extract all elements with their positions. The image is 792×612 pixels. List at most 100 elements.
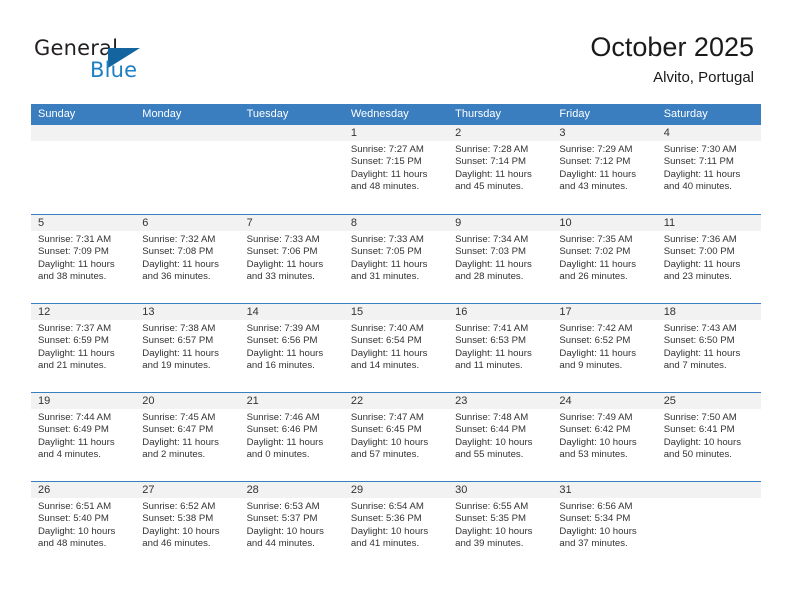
day-cell[interactable]: 10 Sunrise: 7:35 AM Sunset: 7:02 PM Dayligh… — [552, 215, 657, 303]
day-number-band: 7 — [239, 215, 344, 231]
day-number: 13 — [142, 306, 155, 318]
day-number: 30 — [455, 484, 468, 496]
sunrise-text: Sunrise: 7:36 AM — [663, 234, 737, 245]
day-number-band: 27 — [135, 482, 240, 498]
day-cell[interactable]: 2 Sunrise: 7:28 AM Sunset: 7:14 PM Daylight… — [448, 125, 553, 214]
day-cell[interactable]: 21 Sunrise: 7:46 AM Sunset: 6:46 PM Dayligh… — [239, 393, 344, 481]
day-number-band: 16 — [448, 304, 553, 320]
day-cell[interactable]: 6 Sunrise: 7:32 AM Sunset: 7:08 PM Daylight… — [135, 215, 240, 303]
day-cell[interactable]: 4 Sunrise: 7:30 AM Sunset: 7:11 PM Daylight… — [656, 125, 761, 214]
weekday-header-friday: Friday — [559, 108, 590, 120]
day-number-band: 5 — [31, 215, 136, 231]
day-cell[interactable]: 27 Sunrise: 6:52 AM Sunset: 5:38 PM Dayligh… — [135, 482, 240, 570]
day-number-band — [656, 482, 761, 498]
day-number-band: 18 — [656, 304, 761, 320]
page-header: General Blue October 2025 Alvito, Portug… — [0, 0, 792, 100]
calendar-page: General Blue October 2025 Alvito, Portug… — [0, 0, 792, 612]
day-cell[interactable]: 15 Sunrise: 7:40 AM Sunset: 6:54 PM Dayligh… — [343, 304, 449, 392]
sunset-text: Sunset: 6:54 PM — [350, 335, 422, 347]
sunrise-text: Sunrise: 7:29 AM — [559, 144, 633, 155]
daylight-text-line1: Daylight: 11 hours — [559, 347, 637, 359]
day-cell[interactable]: 18 Sunrise: 7:43 AM Sunset: 6:50 PM Dayligh… — [656, 304, 761, 392]
day-info: Sunrise: 7:32 AM Sunset: 7:08 PM Daylight:… — [135, 231, 239, 284]
day-cell[interactable]: 9 Sunrise: 7:34 AM Sunset: 7:03 PM Daylight… — [448, 215, 553, 303]
day-number-band: 24 — [552, 393, 657, 409]
daylight-text-line1: Daylight: 11 hours — [246, 347, 324, 359]
day-cell[interactable]: 28 Sunrise: 6:53 AM Sunset: 5:37 PM Dayligh… — [239, 482, 344, 570]
day-number: 19 — [38, 395, 51, 407]
sunset-text: Sunset: 5:36 PM — [350, 513, 422, 525]
day-cell[interactable]: 23 Sunrise: 7:48 AM Sunset: 6:44 PM Dayligh… — [448, 393, 553, 481]
logo-text-general: General — [34, 36, 119, 60]
sunrise-text: Sunrise: 7:30 AM — [663, 144, 737, 155]
day-number-band: 4 — [656, 125, 761, 141]
day-number-band: 29 — [343, 482, 449, 498]
day-cell[interactable]: 17 Sunrise: 7:42 AM Sunset: 6:52 PM Dayligh… — [552, 304, 657, 392]
day-number: 11 — [663, 217, 676, 229]
day-cell[interactable]: 25 Sunrise: 7:50 AM Sunset: 6:41 PM Dayligh… — [656, 393, 761, 481]
day-number: 24 — [559, 395, 572, 407]
daylight-text-line2: and 21 minutes. — [38, 360, 107, 372]
day-cell[interactable]: 5 Sunrise: 7:31 AM Sunset: 7:09 PM Daylight… — [31, 215, 136, 303]
daylight-text-line2: and 26 minutes. — [559, 271, 628, 283]
calendar-week-row: 1 Sunrise: 7:27 AM Sunset: 7:15 PM Daylight… — [31, 125, 761, 214]
day-cell[interactable]: 3 Sunrise: 7:29 AM Sunset: 7:12 PM Daylight… — [552, 125, 657, 214]
day-cell[interactable]: 19 Sunrise: 7:44 AM Sunset: 6:49 PM Dayligh… — [31, 393, 136, 481]
sunset-text: Sunset: 6:57 PM — [142, 335, 214, 347]
sunrise-text: Sunrise: 7:49 AM — [559, 412, 633, 423]
daylight-text-line1: Daylight: 10 hours — [455, 525, 533, 537]
day-info: Sunrise: 7:29 AM Sunset: 7:12 PM Daylight:… — [552, 141, 656, 194]
day-info: Sunrise: 7:33 AM Sunset: 7:05 PM Daylight:… — [344, 231, 448, 284]
day-cell[interactable]: 8 Sunrise: 7:33 AM Sunset: 7:05 PM Daylight… — [343, 215, 449, 303]
daylight-text-line2: and 28 minutes. — [455, 271, 524, 283]
daylight-text-line2: and 33 minutes. — [246, 271, 315, 283]
daylight-text-line1: Daylight: 11 hours — [38, 347, 115, 359]
daylight-text-line2: and 9 minutes. — [559, 360, 623, 372]
day-number-band: 15 — [343, 304, 449, 320]
day-number: 14 — [246, 306, 259, 318]
daylight-text-line2: and 2 minutes. — [142, 449, 206, 461]
day-info: Sunrise: 6:55 AM Sunset: 5:35 PM Daylight:… — [448, 498, 552, 551]
daylight-text-line1: Daylight: 11 hours — [663, 258, 741, 270]
day-info: Sunrise: 7:37 AM Sunset: 6:59 PM Daylight:… — [31, 320, 135, 373]
daylight-text-line2: and 38 minutes. — [38, 271, 107, 283]
day-number-band: 2 — [448, 125, 553, 141]
daylight-text-line2: and 37 minutes. — [559, 538, 628, 550]
day-number-band: 11 — [656, 215, 761, 231]
day-cell[interactable]: 29 Sunrise: 6:54 AM Sunset: 5:36 PM Dayligh… — [343, 482, 449, 570]
day-cell[interactable]: 14 Sunrise: 7:39 AM Sunset: 6:56 PM Dayligh… — [239, 304, 344, 392]
weekday-header-row: Sunday Monday Tuesday Wednesday Thursday Frid… — [31, 104, 761, 125]
day-cell[interactable]: 1 Sunrise: 7:27 AM Sunset: 7:15 PM Daylight… — [343, 125, 449, 214]
day-cell[interactable]: 26 Sunrise: 6:51 AM Sunset: 5:40 PM Dayligh… — [31, 482, 136, 570]
day-number-band: 30 — [448, 482, 553, 498]
day-cell[interactable]: 30 Sunrise: 6:55 AM Sunset: 5:35 PM Dayligh… — [448, 482, 553, 570]
day-cell-empty — [135, 125, 240, 214]
sunrise-text: Sunrise: 7:46 AM — [246, 412, 320, 423]
day-cell[interactable]: 7 Sunrise: 7:33 AM Sunset: 7:06 PM Daylight… — [239, 215, 344, 303]
day-cell[interactable]: 13 Sunrise: 7:38 AM Sunset: 6:57 PM Dayligh… — [135, 304, 240, 392]
day-cell[interactable]: 22 Sunrise: 7:47 AM Sunset: 6:45 PM Dayligh… — [343, 393, 449, 481]
day-info: Sunrise: 7:38 AM Sunset: 6:57 PM Daylight:… — [135, 320, 239, 373]
daylight-text-line2: and 55 minutes. — [455, 449, 524, 461]
sunrise-text: Sunrise: 7:43 AM — [663, 323, 737, 334]
day-cell[interactable]: 20 Sunrise: 7:45 AM Sunset: 6:47 PM Dayligh… — [135, 393, 240, 481]
calendar-week-row: 12 Sunrise: 7:37 AM Sunset: 6:59 PM Dayligh… — [31, 303, 761, 392]
daylight-text-line2: and 39 minutes. — [455, 538, 524, 550]
weekday-header-monday: Monday — [142, 108, 182, 120]
day-cell[interactable]: 12 Sunrise: 7:37 AM Sunset: 6:59 PM Dayligh… — [31, 304, 136, 392]
weekday-header-thursday: Thursday — [455, 108, 501, 120]
day-cell[interactable]: 24 Sunrise: 7:49 AM Sunset: 6:42 PM Dayligh… — [552, 393, 657, 481]
sunset-text: Sunset: 6:59 PM — [38, 335, 109, 347]
day-cell[interactable]: 31 Sunrise: 6:56 AM Sunset: 5:34 PM Dayligh… — [552, 482, 657, 570]
day-number: 8 — [350, 217, 357, 229]
day-number-band: 13 — [135, 304, 240, 320]
day-number: 21 — [246, 395, 259, 407]
day-cell[interactable]: 11 Sunrise: 7:36 AM Sunset: 7:00 PM Dayligh… — [656, 215, 761, 303]
daylight-text-line2: and 50 minutes. — [663, 449, 732, 461]
daylight-text-line1: Daylight: 11 hours — [455, 258, 532, 270]
day-info: Sunrise: 7:49 AM Sunset: 6:42 PM Daylight:… — [552, 409, 656, 462]
day-info: Sunrise: 7:36 AM Sunset: 7:00 PM Daylight:… — [657, 231, 761, 284]
day-info: Sunrise: 7:31 AM Sunset: 7:09 PM Daylight:… — [31, 231, 135, 284]
day-info: Sunrise: 7:33 AM Sunset: 7:06 PM Daylight:… — [240, 231, 344, 284]
day-cell[interactable]: 16 Sunrise: 7:41 AM Sunset: 6:53 PM Dayligh… — [448, 304, 553, 392]
